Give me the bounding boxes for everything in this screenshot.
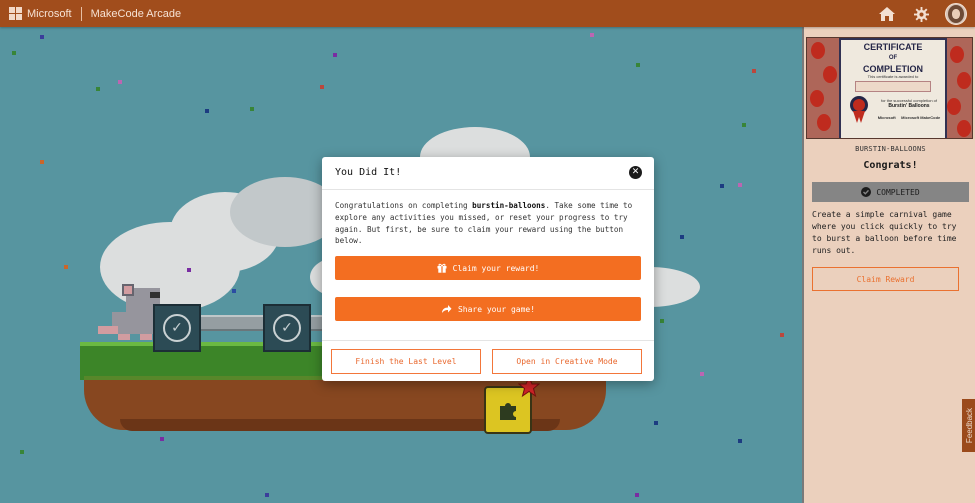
top-bar: Microsoft MakeCode Arcade — [0, 0, 975, 27]
header-divider — [80, 6, 82, 21]
user-avatar[interactable] — [945, 3, 967, 25]
dialog-header: You Did It! ✕ — [322, 157, 654, 190]
share-your-game-label: Share your game! — [457, 304, 536, 314]
dialog-message: Congratulations on completing burstin-ba… — [335, 200, 643, 247]
brand-label: Microsoft — [27, 7, 72, 20]
home-button[interactable] — [877, 4, 897, 24]
share-icon — [441, 305, 452, 313]
completion-dialog: You Did It! ✕ Congratulations on complet… — [322, 157, 654, 381]
open-creative-mode-button[interactable]: Open in Creative Mode — [492, 349, 642, 374]
finish-last-level-button[interactable]: Finish the Last Level — [331, 349, 481, 374]
claim-your-reward-button[interactable]: Claim your reward! — [335, 256, 641, 280]
close-button[interactable]: ✕ — [629, 166, 642, 179]
dialog-title: You Did It! — [335, 167, 402, 178]
claim-your-reward-label: Claim your reward! — [452, 263, 540, 273]
settings-button[interactable] — [911, 4, 931, 24]
microsoft-logo-icon — [9, 7, 22, 20]
dialog-game-name: burstin-balloons — [472, 201, 546, 210]
app-name[interactable]: MakeCode Arcade — [91, 8, 182, 20]
gift-icon — [437, 263, 447, 273]
home-icon — [879, 7, 895, 21]
dialog-message-prefix: Congratulations on completing — [335, 201, 473, 210]
close-icon: ✕ — [631, 167, 640, 177]
dialog-footer: Finish the Last Level Open in Creative M… — [322, 340, 654, 382]
share-your-game-button[interactable]: Share your game! — [335, 297, 641, 321]
microsoft-logo[interactable]: Microsoft — [9, 0, 72, 27]
gear-icon — [913, 6, 929, 22]
